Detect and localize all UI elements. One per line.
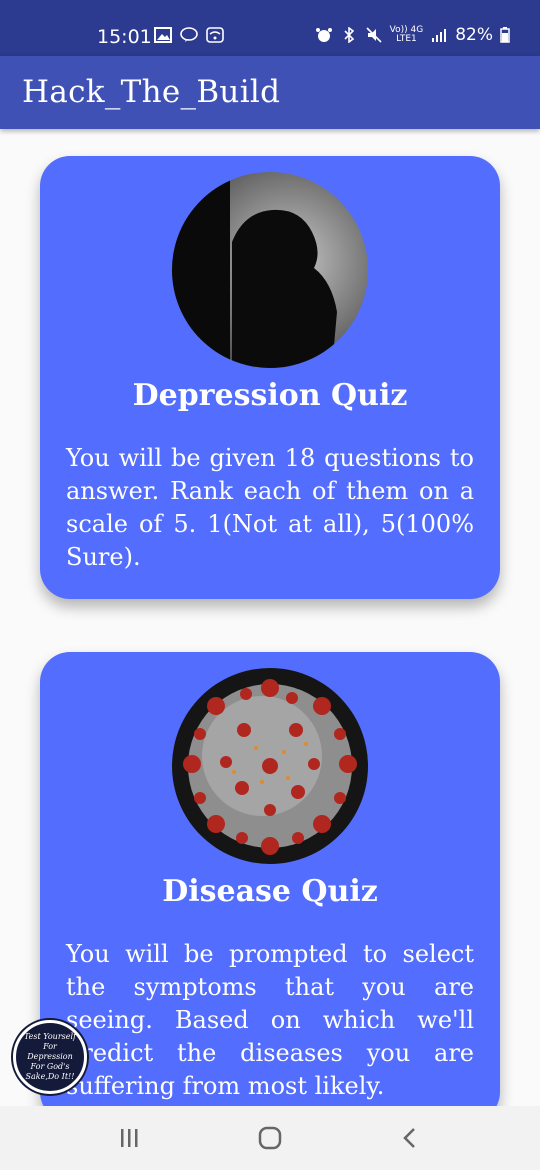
- gallery-icon: [154, 27, 172, 43]
- status-time: 15:01: [97, 26, 152, 48]
- depression-silhouette-image: [172, 172, 368, 368]
- depression-quiz-description: You will be given 18 questions to answer…: [66, 444, 474, 571]
- line-app-icon: [180, 27, 198, 42]
- battery-icon: [500, 27, 510, 43]
- fab-label: Test Yourself For Depression For God's S…: [23, 1032, 77, 1081]
- bluetooth-icon: [344, 27, 354, 43]
- signal-icon: [432, 29, 447, 42]
- app-title: Hack_The_Build: [22, 74, 281, 110]
- app-bar: Hack_The_Build: [0, 56, 540, 129]
- wifi-icon: [206, 27, 224, 43]
- disease-quiz-title: Disease Quiz: [162, 874, 378, 909]
- battery-percent: 82%: [455, 25, 493, 45]
- alarm-icon: [315, 28, 332, 42]
- depression-test-fab[interactable]: Test Yourself For Depression For God's S…: [13, 1020, 87, 1094]
- depression-quiz-title: Depression Quiz: [132, 378, 408, 413]
- back-icon[interactable]: [395, 1126, 425, 1150]
- system-icons: Vo)) 4G LTE1 82%: [315, 25, 510, 45]
- home-icon[interactable]: [255, 1126, 285, 1150]
- notification-icons: [154, 27, 224, 43]
- mute-icon: [366, 27, 382, 43]
- network-indicator: Vo)) 4G LTE1: [389, 25, 424, 44]
- recent-apps-icon[interactable]: [115, 1126, 145, 1150]
- depression-quiz-card[interactable]: Depression Quiz You will be given 18 que…: [40, 156, 500, 599]
- coronavirus-image: [172, 668, 368, 864]
- navigation-bar: [0, 1106, 540, 1170]
- status-bar: 15:01 Vo)) 4G LTE1 82%: [0, 0, 540, 56]
- disease-quiz-description: You will be prompted to select the sympt…: [66, 940, 474, 1100]
- disease-quiz-card[interactable]: Disease Quiz You will be prompted to sel…: [40, 652, 500, 1122]
